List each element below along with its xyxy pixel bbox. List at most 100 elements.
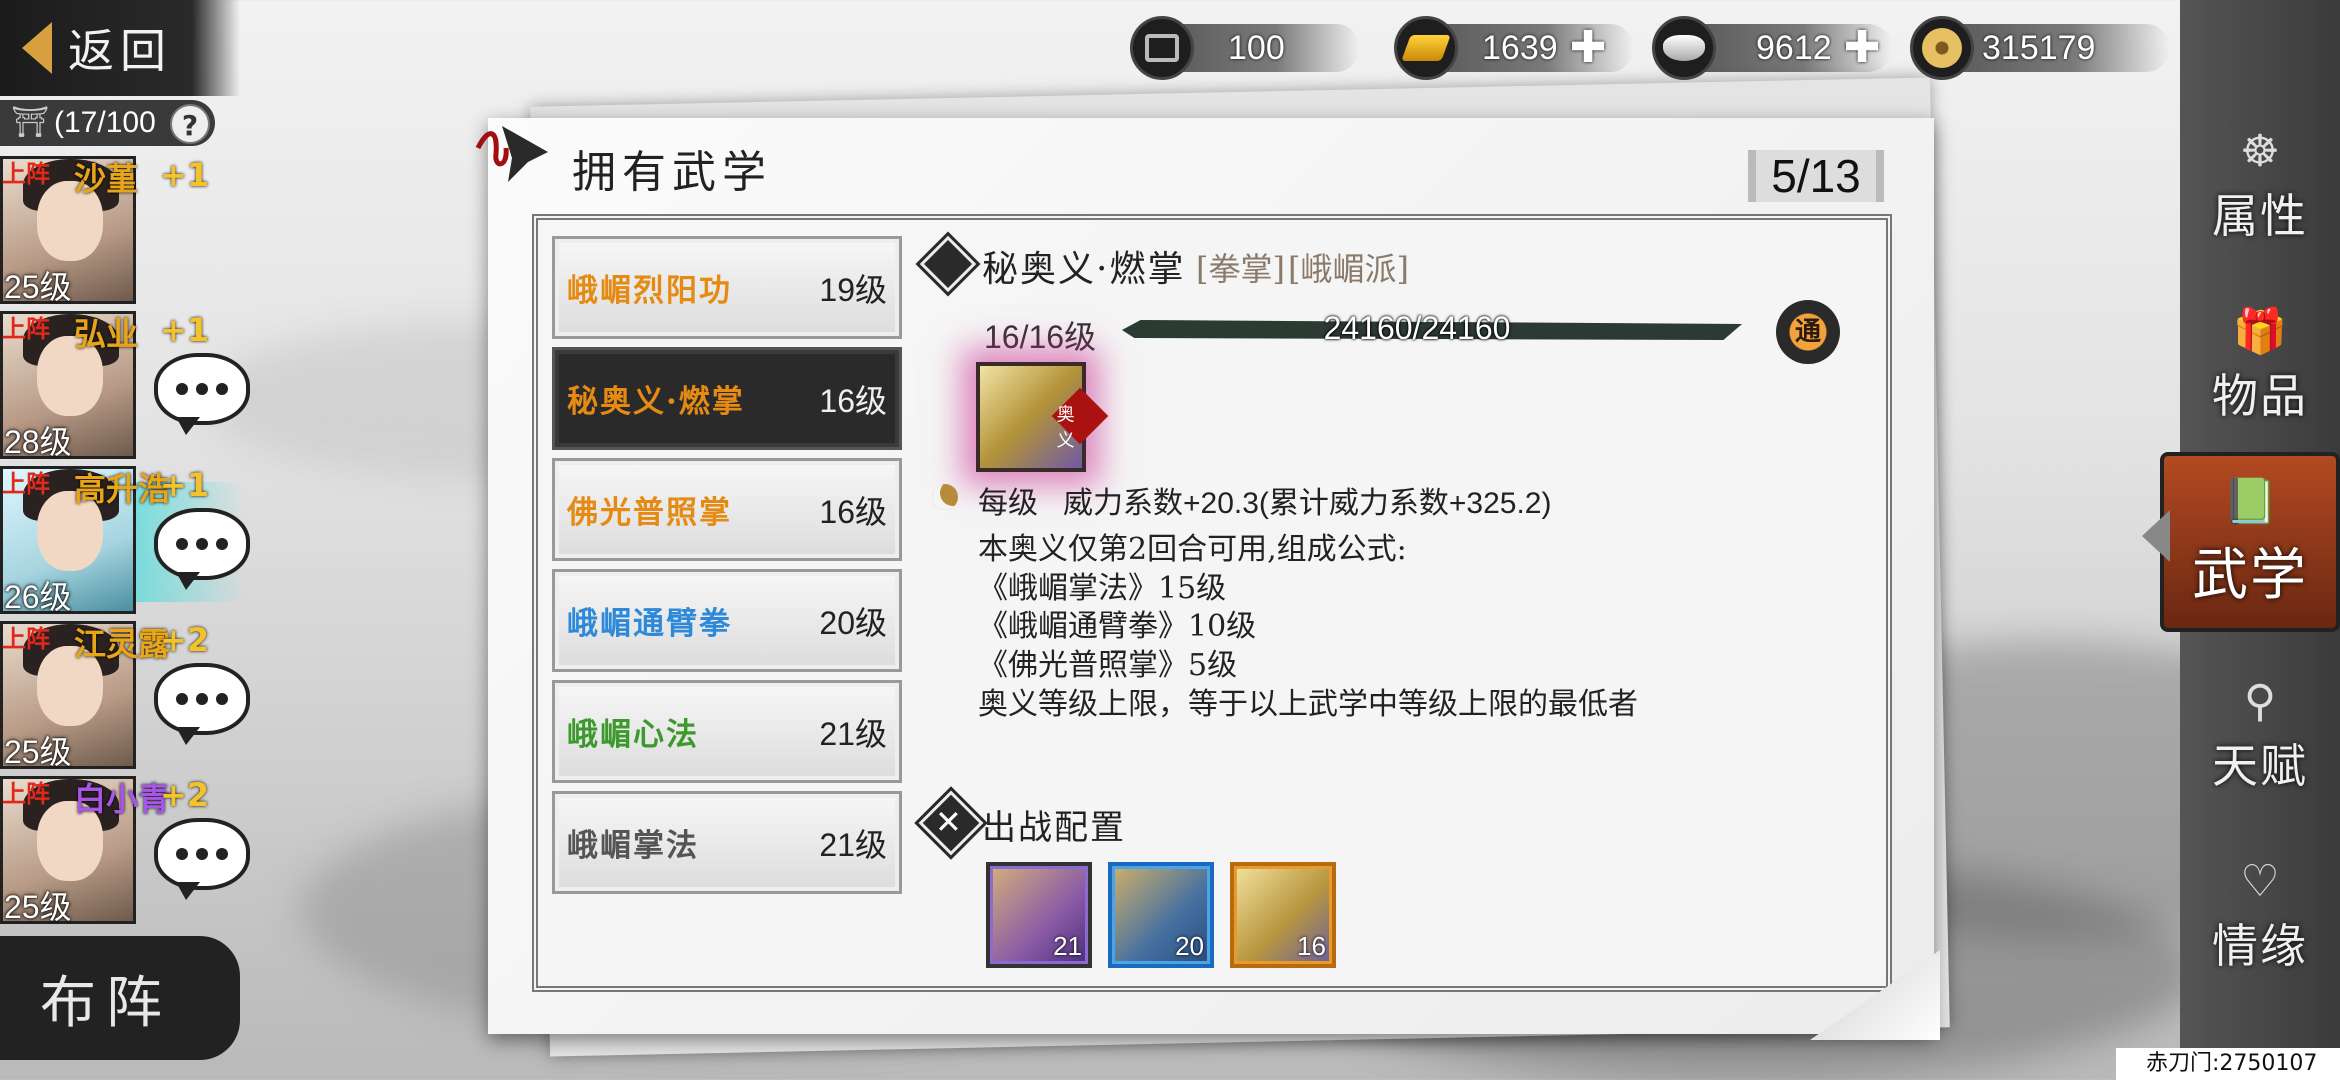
currency-value: 315179 bbox=[1982, 28, 2096, 67]
currency-value: 100 bbox=[1228, 28, 1285, 67]
skill-name: 峨嵋掌法 bbox=[567, 828, 699, 864]
skill-level-text: 16/16级 bbox=[984, 319, 1097, 355]
copper-coin-icon bbox=[1910, 16, 1974, 80]
back-button[interactable]: 返回 bbox=[0, 0, 240, 96]
character-card[interactable]: 上阵 弘业 +1 28级 bbox=[0, 307, 260, 462]
panel-title: 拥有武学 bbox=[572, 147, 772, 198]
gold-ingot-icon bbox=[1394, 16, 1458, 80]
character-name: 沙堇 bbox=[74, 160, 139, 198]
skill-desc-line: 本奥义仅第2回合可用,组成公式: bbox=[978, 532, 1407, 567]
skill-name: 峨嵋通臂拳 bbox=[567, 606, 732, 642]
character-card-selected[interactable]: 上阵 高升浩 +1 26级 bbox=[0, 462, 260, 617]
nav-bond[interactable]: ♡ 情缘 bbox=[2180, 840, 2340, 990]
chat-bubble-icon[interactable] bbox=[154, 818, 250, 900]
skill-type-tag: [拳掌] bbox=[1196, 250, 1285, 288]
skill-icon: 奥义 bbox=[976, 362, 1109, 472]
skill-list-item[interactable]: 佛光普照掌 16级 bbox=[552, 458, 902, 561]
currency-value: 1639 bbox=[1482, 28, 1558, 67]
currency-value: 9612 bbox=[1756, 28, 1832, 67]
skill-desc-line: 《佛光普照掌》5级 bbox=[978, 648, 1238, 683]
nav-label: 物品 bbox=[2212, 369, 2308, 423]
skill-desc-line: 奥义等级上限，等于以上武学中等级上限的最低者 bbox=[978, 687, 1638, 722]
nav-label: 情缘 bbox=[2212, 919, 2308, 973]
add-gold-icon[interactable]: ✚ bbox=[1570, 26, 1607, 70]
formation-button[interactable]: 布阵 bbox=[0, 936, 240, 1060]
nav-label: 天赋 bbox=[2212, 739, 2308, 793]
capacity-text: (17/100 bbox=[54, 106, 156, 139]
skill-detail-title: 秘奥义·燃掌 bbox=[982, 249, 1186, 290]
skill-level: 20级 bbox=[819, 604, 887, 641]
skill-level: 21级 bbox=[819, 715, 887, 752]
skill-list-item-selected[interactable]: 秘奥义·燃掌 16级 bbox=[552, 347, 902, 450]
skill-level: 21级 bbox=[819, 826, 887, 863]
nav-label: 武学 bbox=[2192, 542, 2308, 608]
ultimate-badge-label: 奥义 bbox=[1056, 404, 1075, 452]
nav-items[interactable]: 🎁 物品 bbox=[2180, 290, 2340, 440]
nav-attributes[interactable]: ☸ 属性 bbox=[2180, 110, 2340, 260]
skill-level: 16级 bbox=[819, 382, 887, 419]
skill-name: 峨嵋烈阳功 bbox=[567, 273, 732, 309]
character-level: 25级 bbox=[4, 889, 72, 925]
nav-martial-arts[interactable]: 📗 武学 bbox=[2160, 452, 2340, 632]
currency-coin: 315179 bbox=[1910, 14, 2170, 82]
enhance-level: +1 bbox=[160, 156, 210, 194]
character-card[interactable]: 上阵 白小青 +2 25级 bbox=[0, 772, 260, 927]
slot-level: 21 bbox=[1053, 931, 1082, 961]
skill-sect-tag: [峨嵋派] bbox=[1288, 250, 1409, 288]
back-arrow-icon bbox=[22, 22, 52, 74]
currency-silver: 9612 ✚ bbox=[1652, 14, 1892, 82]
skill-level: 16级 bbox=[819, 493, 887, 530]
character-name: 弘业 bbox=[74, 315, 139, 353]
exp-text: 24160/24160 bbox=[1323, 310, 1511, 346]
nav-talent[interactable]: ⚲ 天赋 bbox=[2180, 660, 2340, 810]
skill-name: 峨嵋心法 bbox=[567, 717, 699, 753]
talent-icon: ⚲ bbox=[2243, 676, 2277, 727]
help-button[interactable]: ? bbox=[170, 104, 210, 144]
chat-bubble-icon[interactable] bbox=[154, 353, 250, 435]
skill-name: 秘奥义·燃掌 bbox=[567, 384, 745, 420]
currency-cart: 100 bbox=[1130, 14, 1360, 82]
character-level: 28级 bbox=[4, 424, 72, 460]
on-team-tag: 上阵 bbox=[2, 314, 50, 343]
cart-icon bbox=[1130, 16, 1194, 80]
silver-ingot-icon bbox=[1652, 16, 1716, 80]
enhance-level: +1 bbox=[160, 466, 210, 504]
character-card[interactable]: 上阵 沙堇 +1 25级 bbox=[0, 152, 260, 307]
skill-list-item[interactable]: 峨嵋通臂拳 20级 bbox=[552, 569, 902, 672]
battle-skill-slot[interactable]: 20 bbox=[1108, 862, 1214, 968]
battle-skill-slot[interactable]: 21 bbox=[986, 862, 1092, 968]
skill-list-item[interactable]: 峨嵋烈阳功 19级 bbox=[552, 236, 902, 339]
chat-bubble-icon[interactable] bbox=[154, 508, 250, 590]
crescent-bullet-icon bbox=[932, 484, 958, 510]
add-silver-icon[interactable]: ✚ bbox=[1844, 26, 1881, 70]
slot-level: 20 bbox=[1175, 931, 1204, 961]
enhance-level: +1 bbox=[160, 311, 210, 349]
skill-list-item[interactable]: 峨嵋掌法 21级 bbox=[552, 791, 902, 894]
slot-level: 16 bbox=[1297, 931, 1326, 961]
hat-icon: ⛩ bbox=[10, 105, 50, 140]
enhance-level: +2 bbox=[160, 776, 210, 814]
battle-config-title: 出战配置 bbox=[982, 808, 1126, 848]
skill-desc-line: 《峨嵋通臂拳》10级 bbox=[978, 609, 1257, 644]
battle-skill-slot[interactable]: 16 bbox=[1230, 862, 1336, 968]
on-team-tag: 上阵 bbox=[2, 159, 50, 188]
character-level: 26级 bbox=[4, 579, 72, 615]
martial-book-icon: 📗 bbox=[2222, 475, 2278, 527]
on-team-tag: 上阵 bbox=[2, 624, 50, 653]
character-level: 25级 bbox=[4, 269, 72, 305]
chat-bubble-icon[interactable] bbox=[154, 663, 250, 745]
on-team-tag: 上阵 bbox=[2, 469, 50, 498]
character-list: 上阵 沙堇 +1 25级 上阵 弘业 +1 28级 上阵 高升浩 +1 26级 … bbox=[0, 152, 260, 927]
side-nav: ☸ 属性 🎁 物品 📗 武学 ⚲ 天赋 ♡ 情缘 bbox=[2160, 0, 2340, 1080]
skill-list: 峨嵋烈阳功 19级 秘奥义·燃掌 16级 佛光普照掌 16级 峨嵋通臂拳 20级… bbox=[552, 236, 902, 902]
character-name: 高升浩 bbox=[74, 470, 171, 508]
skill-desc-line: 每级 威力系数+20.3(累计威力系数+325.2) bbox=[978, 487, 1552, 520]
mastery-badge[interactable]: 通 bbox=[1776, 300, 1840, 364]
item-icon: 🎁 bbox=[2232, 306, 2288, 357]
skill-list-item[interactable]: 峨嵋心法 21级 bbox=[552, 680, 902, 783]
attribute-icon: ☸ bbox=[2240, 126, 2280, 177]
character-name: 白小青 bbox=[74, 780, 171, 818]
skill-level: 19级 bbox=[819, 271, 887, 308]
character-card[interactable]: 上阵 江灵露 +2 25级 bbox=[0, 617, 260, 772]
back-label: 返回 bbox=[68, 24, 172, 78]
